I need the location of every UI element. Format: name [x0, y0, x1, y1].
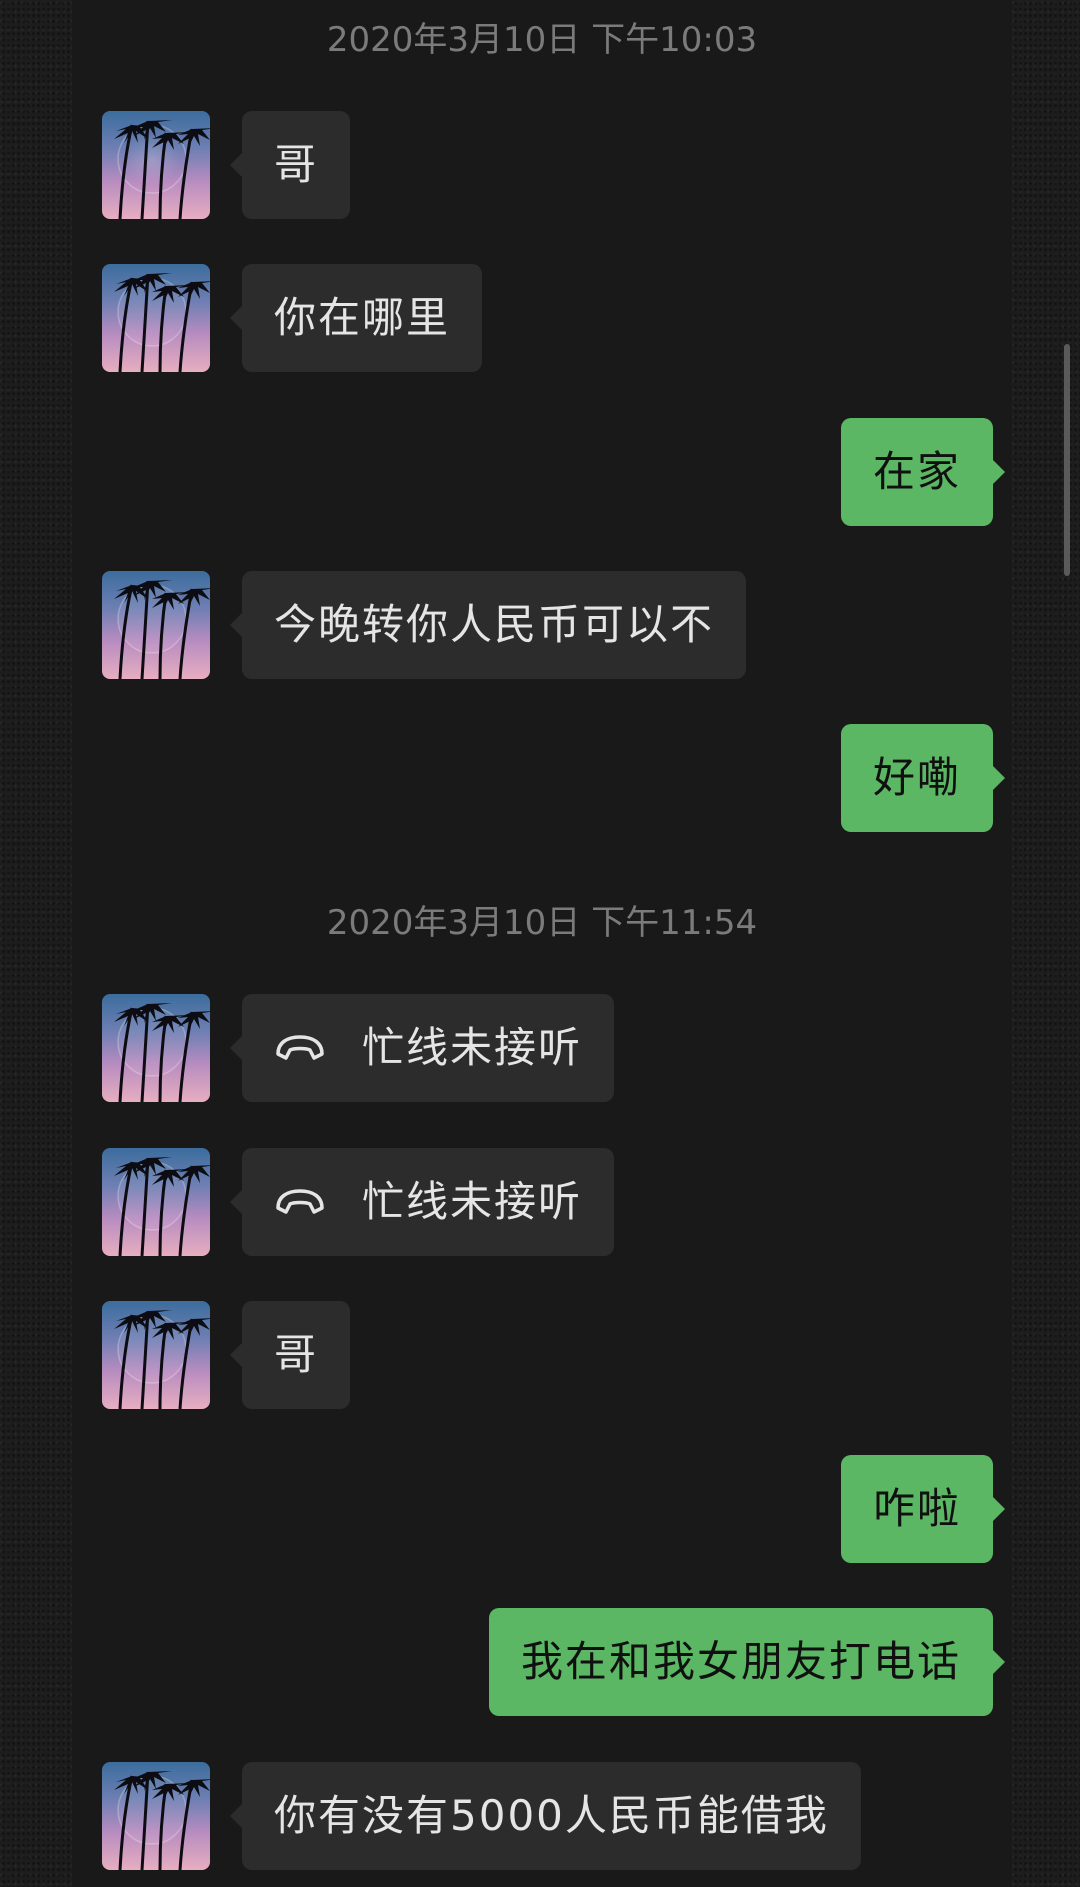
phone-hangup-icon [276, 1034, 324, 1060]
contact-avatar[interactable] [102, 1301, 210, 1409]
outgoing-message[interactable]: 我在和我女朋友打电话 [488, 1608, 1006, 1716]
contact-avatar[interactable] [102, 1148, 210, 1256]
outgoing-message[interactable]: 在家 [840, 418, 1006, 526]
missed-call-message[interactable]: 忙线未接听 [229, 994, 615, 1102]
call-status-label: 忙线未接听 [362, 1177, 583, 1226]
contact-avatar[interactable] [102, 571, 210, 679]
contact-avatar[interactable] [102, 111, 210, 219]
scrollbar[interactable] [1064, 344, 1070, 576]
call-status-label: 忙线未接听 [362, 1023, 583, 1072]
contact-avatar[interactable] [102, 264, 210, 372]
incoming-message[interactable]: 哥 [229, 111, 351, 219]
contact-avatar[interactable] [102, 994, 210, 1102]
incoming-message[interactable]: 哥 [229, 1301, 351, 1409]
missed-call-message[interactable]: 忙线未接听 [229, 1148, 615, 1256]
timestamp: 2020年3月10日 下午10:03 [326, 20, 758, 60]
incoming-message[interactable]: 今晚转你人民币可以不 [229, 571, 747, 679]
timestamp: 2020年3月10日 下午11:54 [326, 903, 758, 943]
incoming-message[interactable]: 你在哪里 [229, 264, 483, 372]
background-texture-right [1012, 0, 1080, 1887]
contact-avatar[interactable] [102, 1762, 210, 1870]
phone-hangup-icon [276, 1188, 324, 1214]
chat-area[interactable] [72, 0, 1012, 1887]
incoming-message[interactable]: 你有没有5000人民币能借我 [230, 1762, 861, 1870]
background-texture-left [0, 0, 72, 1887]
outgoing-message[interactable]: 好嘞 [840, 724, 1006, 832]
outgoing-message[interactable]: 咋啦 [840, 1455, 1006, 1563]
